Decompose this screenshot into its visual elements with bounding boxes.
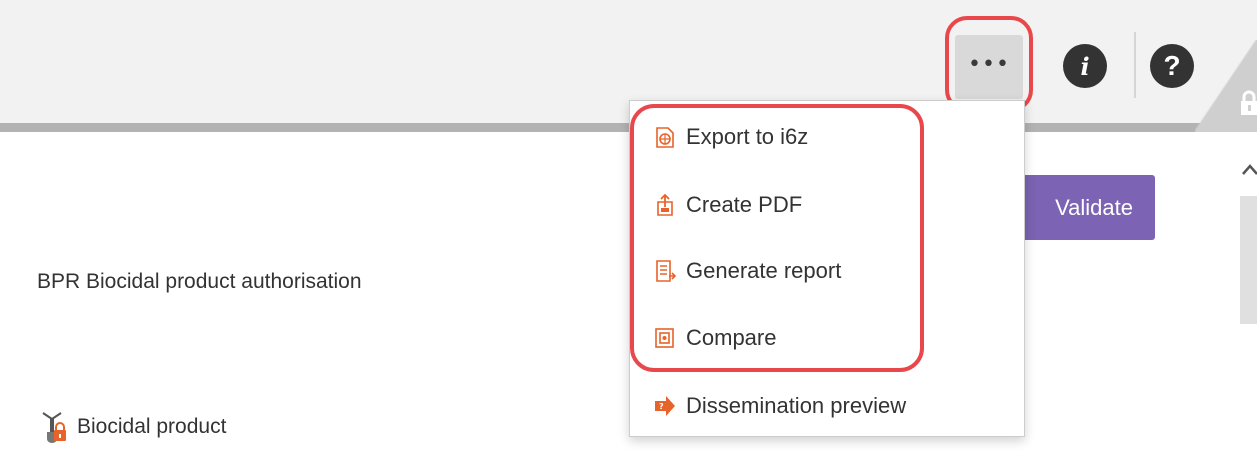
info-button[interactable]: i [1063,44,1107,88]
dissemination-arrow-icon: ? [655,396,675,416]
menu-item-create-pdf[interactable]: Create PDF [654,185,1014,225]
menu-item-compare[interactable]: Compare [654,318,1014,358]
menu-item-generate-report[interactable]: Generate report [654,251,1014,291]
compare-icon [655,328,674,348]
biocidal-product-icon [42,412,66,443]
menu-item-label: Export to i6z [686,124,809,149]
tree-item-label: Biocidal product [77,415,227,438]
menu-item-export-i6z[interactable]: Export to i6z [654,117,1014,157]
pdf-icon [657,193,673,216]
tree-item-biocidal-product[interactable]: Biocidal product [39,410,226,444]
help-button[interactable]: ? [1150,44,1194,88]
more-actions-button[interactable]: ••• [955,35,1023,99]
menu-item-label: Generate report [686,258,842,283]
toolbar-separator [1134,32,1136,98]
svg-text:?: ? [659,402,664,411]
menu-item-label: Dissemination preview [686,393,907,418]
menu-item-label: Compare [686,325,777,350]
menu-item-dissemination-preview[interactable]: ? Dissemination preview [654,386,1014,426]
report-icon [656,260,676,282]
more-actions-dropdown: Export to i6z Create PDF Generate report… [629,100,1025,437]
menu-item-label: Create PDF [686,192,803,217]
page-subtitle: BPR Biocidal product authorisation [37,270,362,293]
scrollbar-thumb[interactable] [1240,196,1257,324]
validate-button[interactable]: Validate [1003,175,1155,240]
corner-tab [1195,40,1257,132]
scroll-up-arrow-icon[interactable] [1240,160,1257,180]
lock-icon [1241,90,1257,115]
export-i6z-icon [656,127,674,148]
